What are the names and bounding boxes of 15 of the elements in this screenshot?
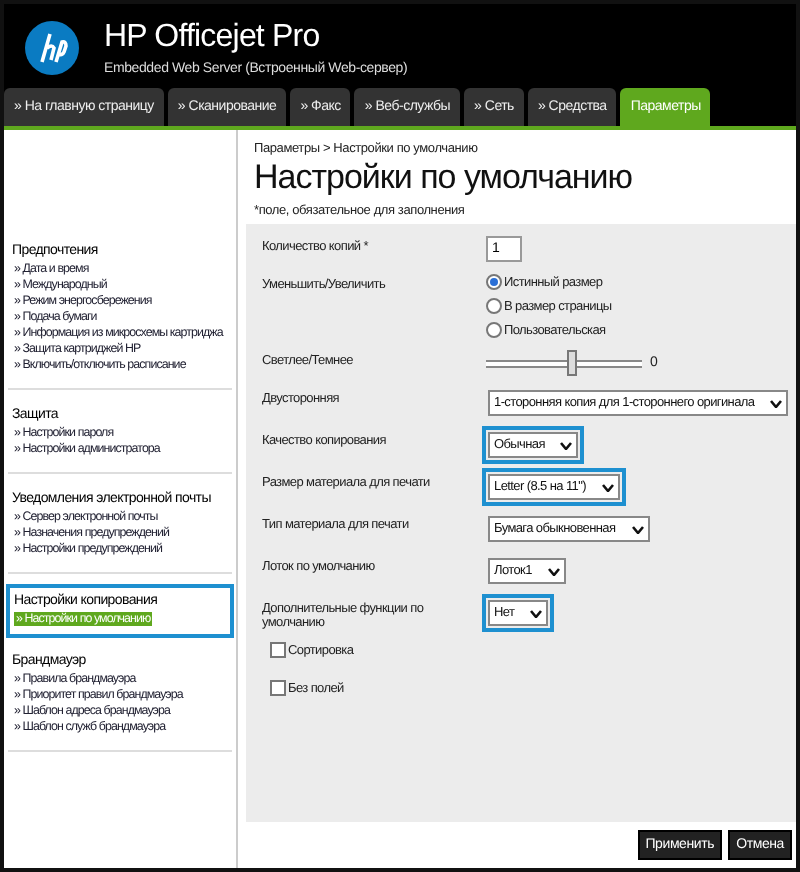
- caret-icon: [560, 441, 573, 449]
- radio-button[interactable]: [486, 274, 502, 290]
- app-title: HP Officejet Pro: [104, 20, 322, 56]
- radio-button[interactable]: [486, 298, 502, 314]
- caret-icon: [601, 483, 614, 491]
- caret-icon: [631, 525, 644, 533]
- radio-button[interactable]: [486, 322, 502, 338]
- checkbox[interactable]: [270, 680, 286, 696]
- slider-thumb[interactable]: [566, 350, 577, 376]
- caret-icon: [547, 567, 560, 575]
- page-title: Настройки по умолчанию: [252, 158, 635, 198]
- caret-icon: [530, 609, 543, 617]
- logo-icon: [24, 20, 80, 76]
- caret-icon: [770, 399, 783, 407]
- checkbox[interactable]: [270, 642, 286, 658]
